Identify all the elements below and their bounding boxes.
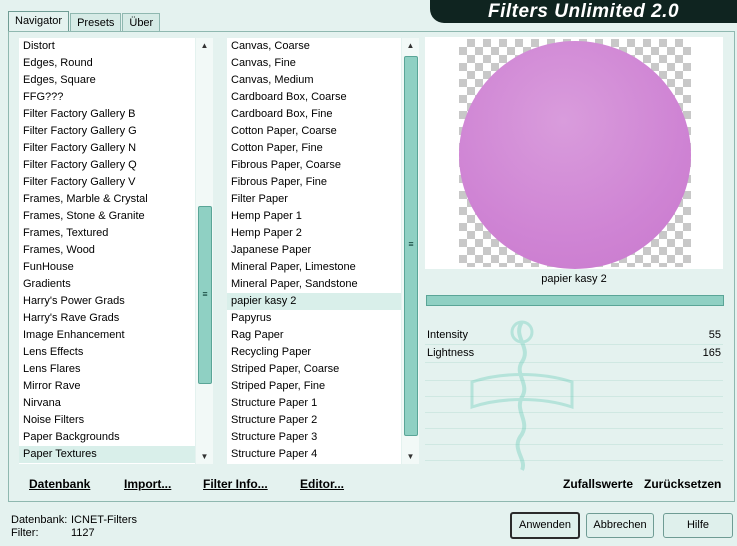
filter-item[interactable]: Canvas, Coarse [227,38,401,55]
category-item[interactable]: Noise Filters [19,412,195,429]
cancel-button[interactable]: Abbrechen [586,513,654,538]
category-item[interactable]: Nirvana [19,395,195,412]
category-item[interactable]: Harry's Rave Grads [19,310,195,327]
help-button[interactable]: Hilfe [663,513,733,538]
import-button[interactable]: Import... [124,477,171,491]
tab-navigator[interactable]: Navigator [8,11,70,32]
filter-item[interactable]: Cardboard Box, Fine [227,106,401,123]
category-item[interactable]: FunHouse [19,259,195,276]
filter-item[interactable]: Striped Paper, Coarse [227,361,401,378]
tab-about[interactable]: Über [122,13,161,32]
filter-item[interactable]: papier kasy 2 [227,293,401,310]
filter-item[interactable]: Hemp Paper 2 [227,225,401,242]
category-item[interactable]: Gradients [19,276,195,293]
editor-button[interactable]: Editor... [300,477,344,491]
category-item[interactable]: Lens Effects [19,344,195,361]
filter-item[interactable]: Cotton Paper, Coarse [227,123,401,140]
category-item[interactable]: Mirror Rave [19,378,195,395]
app-title-banner: Filters Unlimited 2.0 [430,0,737,23]
apply-button[interactable]: Anwenden [510,512,580,539]
filter-scrollbar[interactable]: ▲ ≡ ▼ [402,38,419,464]
scroll-down-icon[interactable]: ▼ [402,450,419,464]
tab-bar: Navigator Presets Über [8,11,161,32]
filter-item[interactable]: Structure Paper 3 [227,429,401,446]
filter-count-value: 1127 [71,527,95,539]
preview-area [425,37,723,269]
category-item[interactable]: Paper Textures [19,446,195,463]
filter-item[interactable]: Japanese Paper [227,242,401,259]
preview-image [459,41,691,269]
category-item[interactable]: Frames, Wood [19,242,195,259]
scroll-up-icon[interactable]: ▲ [402,39,419,53]
category-item[interactable]: Distort [19,38,195,55]
filter-count-label: Filter: [11,527,39,539]
grip-icon: ≡ [202,289,208,299]
reset-button[interactable]: Zurücksetzen [644,477,721,491]
param-value: 55 [708,329,721,341]
filter-item[interactable]: Filter Paper [227,191,401,208]
filter-item[interactable]: Hemp Paper 1 [227,208,401,225]
category-scrollbar[interactable]: ▲ ≡ ▼ [196,38,213,464]
category-item[interactable]: Image Enhancement [19,327,195,344]
filter-item[interactable]: Canvas, Fine [227,55,401,72]
filter-item[interactable]: Rag Paper [227,327,401,344]
filter-item[interactable]: Mineral Paper, Sandstone [227,276,401,293]
category-item[interactable]: Filter Factory Gallery V [19,174,195,191]
filter-item[interactable]: Fibrous Paper, Fine [227,174,401,191]
filter-item[interactable]: Recycling Paper [227,344,401,361]
category-item[interactable]: Frames, Stone & Granite [19,208,195,225]
category-item[interactable]: Paper Backgrounds [19,429,195,446]
category-item[interactable]: Filter Factory Gallery Q [19,157,195,174]
filter-item[interactable]: Cardboard Box, Coarse [227,89,401,106]
filter-item[interactable]: Papyrus [227,310,401,327]
category-item[interactable]: Frames, Textured [19,225,195,242]
filter-item[interactable]: Canvas, Medium [227,72,401,89]
filter-item[interactable]: Striped Paper, Fine [227,378,401,395]
progress-bar [426,295,724,306]
category-item[interactable]: Filter Factory Gallery B [19,106,195,123]
category-item[interactable]: Frames, Marble & Crystal [19,191,195,208]
watermark-logo [470,320,574,471]
category-item[interactable]: Lens Flares [19,361,195,378]
filter-item[interactable]: Cotton Paper, Fine [227,140,401,157]
filter-scroll-thumb[interactable]: ≡ [404,56,418,436]
filter-item[interactable]: Structure Paper 4 [227,446,401,463]
filter-item[interactable]: Fibrous Paper, Coarse [227,157,401,174]
category-item[interactable]: Edges, Square [19,72,195,89]
filter-list[interactable]: Canvas, Coarse Canvas, Fine Canvas, Medium… [227,38,401,464]
selected-filter-name: papier kasy 2 [541,273,607,285]
filter-item[interactable]: Structure Paper 1 [227,395,401,412]
category-item[interactable]: Edges, Round [19,55,195,72]
filter-item[interactable]: Structure Paper 2 [227,412,401,429]
category-list[interactable]: Distort Edges, Round Edges, Square FFG??? Fi… [19,38,195,464]
category-item[interactable]: Harry's Power Grads [19,293,195,310]
category-item[interactable]: Filter Factory Gallery G [19,123,195,140]
database-label: Datenbank: [11,514,68,526]
filter-info-button[interactable]: Filter Info... [203,477,268,491]
database-button[interactable]: Datenbank [29,477,90,491]
database-value: ICNET-Filters [71,514,137,526]
scroll-down-icon[interactable]: ▼ [196,450,213,464]
scroll-up-icon[interactable]: ▲ [196,39,213,53]
filter-item[interactable]: Mineral Paper, Limestone [227,259,401,276]
category-scroll-thumb[interactable]: ≡ [198,206,212,384]
param-value: 165 [702,347,721,359]
category-item[interactable]: Filter Factory Gallery N [19,140,195,157]
category-item[interactable]: FFG??? [19,89,195,106]
tab-presets[interactable]: Presets [70,13,122,32]
randomize-button[interactable]: Zufallswerte [563,477,633,491]
grip-icon: ≡ [408,239,414,249]
